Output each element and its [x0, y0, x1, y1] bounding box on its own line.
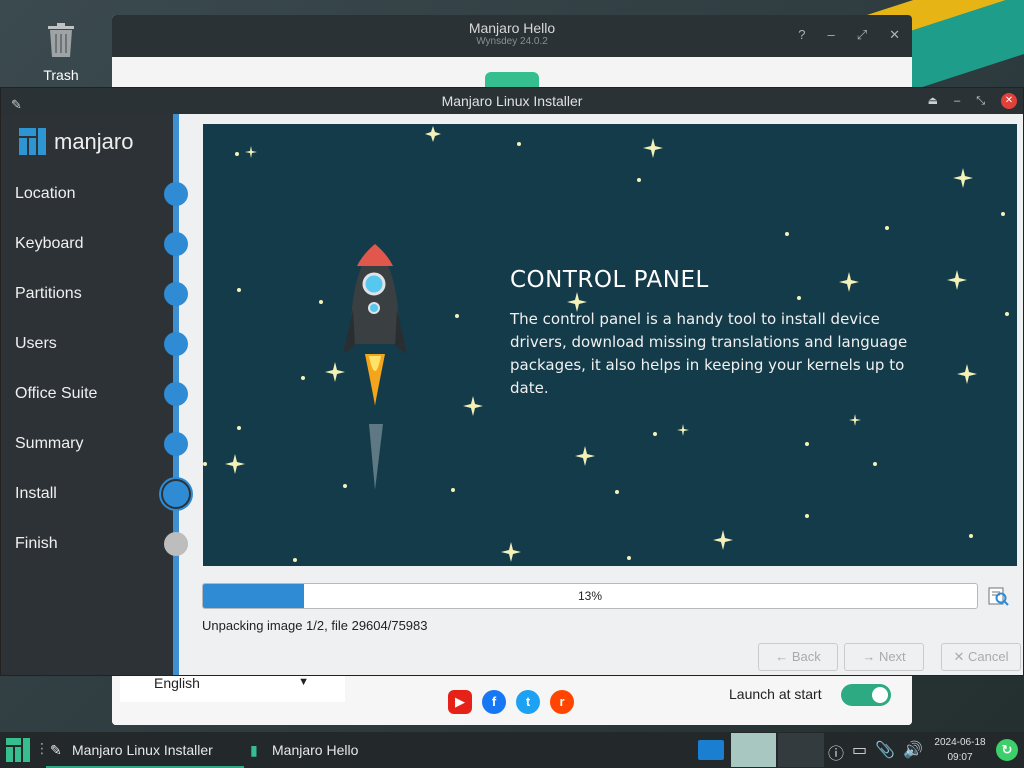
task-label: Manjaro Linux Installer — [72, 742, 213, 758]
info-icon[interactable]: ⓘ — [828, 740, 844, 764]
trash-label: Trash — [43, 67, 79, 83]
hello-titlebar[interactable]: Manjaro Hello Wynsdey 24.0.2 ? – ⤢ ✕ — [112, 15, 912, 57]
pager-desktop-2[interactable] — [731, 733, 776, 767]
cancel-icon: ✕ — [953, 649, 965, 664]
install-slideshow: CONTROL PANEL The control panel is a han… — [203, 124, 1017, 566]
step-summary: Summary — [15, 435, 84, 452]
step-current-dot — [163, 481, 189, 507]
installer-title: Manjaro Linux Installer — [441, 93, 583, 109]
logo-text: manjaro — [54, 128, 134, 154]
date-text: 2024-06-18 — [934, 737, 986, 748]
system-tray: ⓘ ▭ 📎 🔊 — [828, 740, 923, 764]
install-progress-bar: 13% — [202, 583, 978, 609]
pager-desktop-3[interactable] — [778, 733, 824, 767]
step-office-suite: Office Suite — [15, 385, 98, 402]
step-done-dot — [164, 282, 188, 306]
hello-task-icon: ▮ — [250, 742, 258, 758]
installer-titlebar[interactable]: ✎ Manjaro Linux Installer ⏏ – ⤡ ✕ — [1, 88, 1023, 114]
install-status-text: Unpacking image 1/2, file 29604/75983 — [202, 618, 428, 633]
reddit-icon[interactable]: r — [550, 690, 574, 714]
youtube-icon[interactable]: ▶ — [448, 690, 472, 714]
cancel-button[interactable]: ✕ Cancel — [941, 643, 1021, 671]
progress-text: 13% — [577, 589, 603, 603]
arrow-left-icon: ← — [775, 649, 789, 664]
restore-icon[interactable]: ⤡ — [976, 88, 985, 114]
twitter-icon[interactable]: t — [516, 690, 540, 714]
installer-task-icon: ✎ — [50, 742, 62, 758]
volume-icon[interactable]: 🔊 — [903, 740, 923, 764]
launch-at-start-toggle[interactable] — [841, 684, 891, 706]
step-location: Location — [15, 185, 76, 202]
maximize-icon[interactable]: ⤢ — [857, 27, 867, 43]
launch-at-start-label: Launch at start — [729, 686, 822, 702]
minimize-icon[interactable]: – — [954, 88, 960, 114]
step-partitions: Partitions — [15, 285, 82, 302]
step-done-dot — [164, 432, 188, 456]
manjaro-logo: manjaro — [19, 128, 133, 155]
pager-desktop-1[interactable] — [698, 740, 724, 760]
chevron-down-icon: ▼ — [298, 676, 309, 688]
taskbar: ⋮ ✎ Manjaro Linux Installer ▮ Manjaro He… — [0, 732, 1024, 768]
back-button[interactable]: ← Back — [758, 643, 838, 671]
arrow-right-icon: → — [862, 649, 876, 664]
step-users: Users — [15, 335, 57, 352]
hello-subtitle: Wynsdey 24.0.2 — [476, 36, 548, 47]
back-label: Back — [791, 649, 821, 664]
update-icon[interactable]: ↻ — [996, 739, 1018, 761]
slide-title: CONTROL PANEL — [510, 267, 709, 293]
language-value: English — [154, 675, 200, 691]
social-links: ▶ f t r — [448, 690, 574, 714]
close-icon[interactable]: ✕ — [1001, 93, 1017, 109]
step-pending-dot — [164, 532, 188, 556]
task-label: Manjaro Hello — [272, 742, 359, 758]
next-button[interactable]: → Next — [844, 643, 924, 671]
cancel-label: Cancel — [968, 649, 1009, 664]
taskbar-item-hello[interactable]: ▮ Manjaro Hello — [246, 732, 406, 768]
app-menu-icon[interactable] — [6, 738, 30, 762]
hello-title: Manjaro Hello — [468, 20, 556, 36]
installer-window: ✎ Manjaro Linux Installer ⏏ – ⤡ ✕ manjar… — [0, 87, 1024, 676]
step-done-dot — [164, 382, 188, 406]
clipboard-icon[interactable]: 📎 — [875, 740, 895, 764]
step-done-dot — [164, 182, 188, 206]
step-install: Install — [15, 485, 57, 502]
step-done-dot — [164, 332, 188, 356]
rocket-illustration — [343, 244, 407, 490]
step-done-dot — [164, 232, 188, 256]
step-finish: Finish — [15, 535, 58, 552]
steps-sidebar: manjaro Location Keyboard Partitions Use… — [1, 114, 189, 675]
close-icon[interactable]: ✕ — [889, 27, 900, 43]
step-keyboard: Keyboard — [15, 235, 84, 252]
help-icon[interactable]: ? — [798, 27, 805, 43]
facebook-icon[interactable]: f — [482, 690, 506, 714]
network-icon[interactable]: ▭ — [852, 740, 867, 764]
time-text: 09:07 — [947, 752, 973, 763]
trash-icon — [48, 23, 74, 57]
manjaro-logo-icon — [19, 128, 46, 155]
clock[interactable]: 2024-06-18 09:07 — [930, 735, 990, 765]
slide-body: The control panel is a handy tool to ins… — [510, 310, 908, 397]
toggle-log-icon[interactable] — [987, 585, 1009, 607]
taskbar-item-installer[interactable]: ✎ Manjaro Linux Installer — [46, 732, 244, 768]
minimize-icon[interactable]: – — [827, 27, 834, 43]
keep-above-icon[interactable]: ⏏ — [928, 88, 938, 114]
next-label: Next — [878, 649, 906, 664]
trash-desktop-icon[interactable]: Trash — [30, 22, 92, 83]
